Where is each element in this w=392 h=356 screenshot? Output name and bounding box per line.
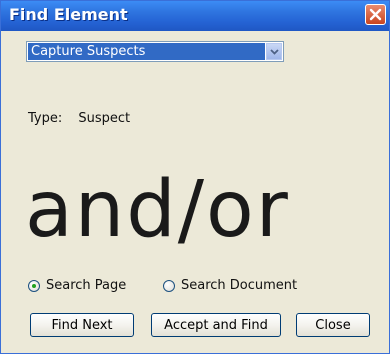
suspect-preview-text: and/or <box>25 165 290 255</box>
capture-select[interactable]: Capture Suspects <box>26 41 284 62</box>
find-next-button[interactable]: Find Next <box>30 313 134 337</box>
radio-selected-dot <box>32 283 36 288</box>
close-x-icon <box>369 8 382 21</box>
radio-circle[interactable] <box>163 279 175 292</box>
type-value: Suspect <box>78 111 131 126</box>
search-document-radio[interactable]: Search Document <box>163 278 297 293</box>
find-element-dialog: Find Element Capture Suspects Type: Susp… <box>0 0 390 354</box>
type-label: Type: <box>28 111 63 126</box>
window-title: Find Element <box>9 5 128 24</box>
type-row: Type: Suspect <box>28 111 142 126</box>
radio-circle[interactable] <box>28 279 40 292</box>
close-button[interactable]: Close <box>296 313 370 337</box>
accept-and-find-button[interactable]: Accept and Find <box>151 313 281 337</box>
capture-select-value: Capture Suspects <box>28 43 265 60</box>
search-page-label: Search Page <box>46 278 127 293</box>
close-window-button[interactable] <box>365 4 386 25</box>
search-document-label: Search Document <box>181 278 298 293</box>
title-bar[interactable]: Find Element <box>1 1 389 31</box>
search-page-radio[interactable]: Search Page <box>28 278 126 293</box>
chevron-down-icon <box>270 49 279 55</box>
capture-select-arrow[interactable] <box>266 43 282 60</box>
